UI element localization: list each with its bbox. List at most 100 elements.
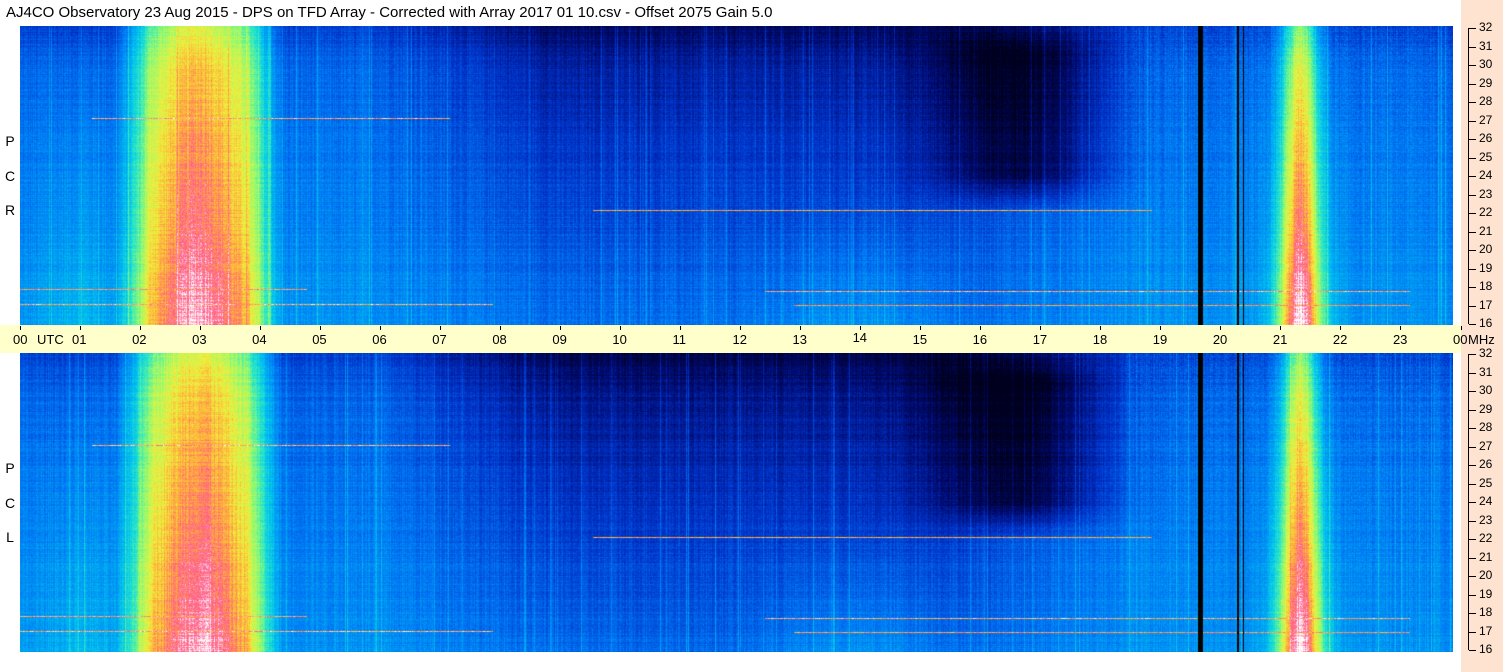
frequency-tick-mark — [1469, 576, 1476, 577]
frequency-tick-mark — [1469, 139, 1476, 140]
frequency-tick-mark — [1469, 287, 1476, 288]
time-tick-mark — [1040, 326, 1042, 330]
frequency-tick-mark — [1469, 521, 1476, 522]
time-tick-label: 00 — [1453, 332, 1468, 347]
frequency-tick-mark — [1469, 632, 1476, 633]
frequency-tick-label: 17 — [1479, 624, 1493, 638]
frequency-tick-label: 18 — [1479, 605, 1493, 619]
mhz-label: MHz — [1468, 332, 1495, 347]
time-tick-mark — [319, 326, 321, 330]
frequency-tick-mark — [1469, 213, 1476, 214]
time-tick-mark — [1460, 326, 1462, 330]
lcp-label-l: L — [6, 529, 14, 545]
frequency-tick-mark — [1469, 84, 1476, 85]
time-tick-label: 04 — [252, 332, 267, 347]
time-tick-mark — [139, 326, 141, 330]
time-tick-label: 12 — [732, 332, 747, 347]
time-tick-label: 09 — [552, 332, 567, 347]
frequency-tick-label: 20 — [1479, 242, 1493, 256]
frequency-tick-mark — [1469, 121, 1476, 122]
rcp-spectrogram — [20, 26, 1453, 325]
frequency-tick-label: 27 — [1479, 113, 1493, 127]
time-axis — [0, 325, 1461, 353]
time-tick-label: 23 — [1392, 332, 1408, 347]
frequency-tick-mark — [1469, 428, 1476, 429]
frequency-tick-label: 17 — [1479, 298, 1493, 312]
frequency-tick-label: 22 — [1479, 531, 1493, 545]
frequency-tick-label: 24 — [1479, 168, 1493, 182]
frequency-tick-mark — [1469, 595, 1476, 596]
frequency-tick-mark — [1469, 250, 1476, 251]
frequency-tick-label: 32 — [1479, 346, 1493, 360]
time-tick-mark — [79, 326, 81, 330]
frequency-tick-mark — [1469, 306, 1476, 307]
frequency-tick-mark — [1469, 102, 1476, 103]
time-tick-label: 16 — [972, 332, 988, 347]
time-tick-label: 00 — [13, 332, 28, 347]
frequency-tick-mark — [1469, 484, 1476, 485]
frequency-tick-mark — [1469, 354, 1476, 355]
frequency-tick-label: 23 — [1479, 513, 1493, 527]
time-tick-mark — [439, 326, 441, 330]
time-tick-mark — [980, 326, 982, 330]
frequency-tick-mark — [1469, 65, 1476, 66]
rcp-label-p: P — [5, 133, 15, 149]
time-tick-label: 01 — [72, 332, 87, 347]
frequency-tick-mark — [1469, 47, 1476, 48]
time-tick-label: 21 — [1272, 332, 1288, 347]
time-tick-label: 22 — [1332, 332, 1348, 347]
time-tick-label: 19 — [1152, 332, 1168, 347]
frequency-tick-label: 31 — [1479, 39, 1493, 53]
frequency-tick-label: 20 — [1479, 568, 1493, 582]
time-tick-label: 05 — [312, 332, 327, 347]
frequency-tick-label: 19 — [1479, 261, 1493, 275]
time-tick-label: 15 — [912, 332, 928, 347]
time-tick-mark — [259, 326, 261, 330]
frequency-tick-mark — [1469, 28, 1476, 29]
frequency-tick-mark — [1469, 558, 1476, 559]
time-tick-mark — [1220, 326, 1222, 330]
frequency-tick-label: 23 — [1479, 187, 1493, 201]
frequency-tick-label: 26 — [1479, 131, 1493, 145]
time-tick-label: 14 — [852, 330, 868, 345]
frequency-tick-label: 29 — [1479, 76, 1493, 90]
time-tick-mark — [499, 326, 501, 330]
time-tick-label: 17 — [1032, 332, 1048, 347]
frequency-tick-mark — [1469, 195, 1476, 196]
time-tick-mark — [920, 326, 922, 330]
time-tick-mark — [559, 326, 561, 330]
frequency-tick-mark — [1469, 502, 1476, 503]
frequency-tick-label: 30 — [1479, 383, 1493, 397]
time-tick-mark — [1280, 326, 1282, 330]
frequency-tick-mark — [1469, 232, 1476, 233]
time-tick-mark — [1160, 326, 1162, 330]
title-bar: AJ4CO Observatory 23 Aug 2015 - DPS on T… — [0, 0, 1461, 25]
frequency-tick-label: 19 — [1479, 587, 1493, 601]
frequency-tick-label: 29 — [1479, 402, 1493, 416]
frequency-tick-label: 31 — [1479, 365, 1493, 379]
frequency-tick-mark — [1469, 410, 1476, 411]
time-tick-mark — [19, 326, 21, 330]
frequency-tick-label: 24 — [1479, 494, 1493, 508]
frequency-tick-mark — [1469, 158, 1476, 159]
frequency-tick-label: 21 — [1479, 224, 1493, 238]
time-tick-label: 06 — [372, 332, 387, 347]
time-tick-label: 08 — [492, 332, 507, 347]
time-tick-label: 03 — [192, 332, 207, 347]
frequency-tick-label: 28 — [1479, 420, 1493, 434]
rcp-label-r: R — [4, 202, 16, 218]
frequency-tick-label: 27 — [1479, 439, 1493, 453]
frequency-tick-mark — [1469, 324, 1476, 325]
time-tick-label: 13 — [792, 332, 807, 347]
frequency-tick-mark — [1469, 176, 1476, 177]
time-tick-label: 02 — [132, 332, 147, 347]
rcp-label-c: C — [4, 168, 16, 184]
frequency-tick-mark — [1469, 650, 1476, 651]
frequency-tick-mark — [1469, 391, 1476, 392]
frequency-tick-mark — [1469, 465, 1476, 466]
frequency-tick-label: 21 — [1479, 550, 1493, 564]
frequency-tick-label: 26 — [1479, 457, 1493, 471]
frequency-tick-label: 25 — [1479, 476, 1493, 490]
frequency-tick-mark — [1469, 613, 1476, 614]
frequency-tick-label: 22 — [1479, 205, 1493, 219]
